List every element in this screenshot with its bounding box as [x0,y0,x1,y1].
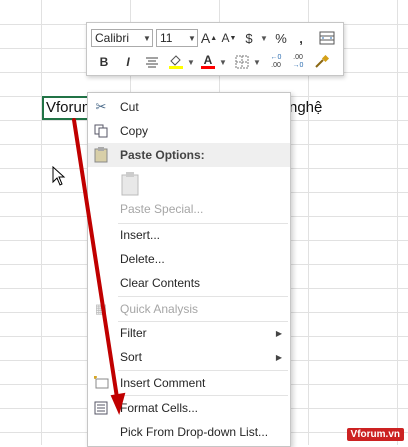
menu-item-sort[interactable]: Sort ▶ [88,345,290,369]
menu-item-label: Insert Comment [120,376,206,390]
increase-decimal-button[interactable]: ←0 .00 [267,52,285,72]
copy-icon [92,122,110,140]
currency-format-button[interactable]: $ [240,28,258,48]
scissors-icon: ✂ [95,99,107,114]
menu-item-label: Format Cells... [120,401,199,415]
submenu-arrow-icon: ▶ [275,352,282,362]
menu-item-label: Delete... [120,252,165,266]
menu-item-label: Copy [120,124,149,138]
menu-item-cut[interactable]: ✂ Cut [88,95,290,119]
font-color-swatch [201,66,215,69]
menu-item-label: Sort [120,350,143,364]
currency-icon: $ [245,30,253,46]
mini-toolbar: Calibri ▼ 11 ▼ A ▲ A ▼ $ ▼ % , B I ▼ A ▼… [86,22,344,76]
menu-item-quick-analysis[interactable]: ▦ Quick Analysis [88,297,290,321]
comma-style-button[interactable]: , [292,28,310,48]
chevron-down-icon[interactable]: ▼ [260,28,268,48]
paste-options-label: Paste Options: [120,148,205,162]
font-name-combo[interactable]: Calibri ▼ [91,29,153,47]
format-painter-icon [315,55,330,68]
font-size-combo[interactable]: 11 ▼ [156,29,198,47]
paste-option-paste[interactable] [88,169,290,199]
merge-cells-icon [319,31,335,45]
menu-item-label: Insert... [120,228,161,242]
grow-font-icon: A [200,30,211,46]
menu-item-copy[interactable]: Copy [88,119,290,143]
menu-item-label: Cut [120,100,139,114]
chevron-down-icon[interactable]: ▼ [253,52,261,72]
font-size-value: 11 [160,31,173,45]
menu-item-insert-comment[interactable]: Insert Comment [88,371,290,395]
italic-icon: I [126,55,130,69]
menu-item-format-cells[interactable]: Format Cells... [88,396,290,420]
chevron-down-icon[interactable]: ▼ [187,52,195,72]
paint-bucket-icon [169,55,183,69]
format-cells-icon [92,399,110,417]
borders-button[interactable] [233,52,251,72]
chevron-down-icon[interactable]: ▼ [219,52,227,72]
borders-icon [235,55,249,69]
menu-item-pick-from-list[interactable]: Pick From Drop-down List... [88,420,290,444]
menu-item-paste-special[interactable]: Paste Special... [88,197,290,221]
mouse-pointer-icon [52,166,66,186]
percent-style-button[interactable]: % [272,28,290,48]
increase-decimal-arrow-icon: ←0 [270,54,282,61]
paste-clipboard-icon [118,171,142,197]
align-center-button[interactable] [143,52,161,72]
menu-item-label: Quick Analysis [120,302,199,316]
chevron-down-icon[interactable]: ▼ [187,34,197,43]
format-painter-button[interactable] [313,52,331,72]
watermark: Vforum.vn [346,428,404,441]
menu-item-clear-contents[interactable]: Clear Contents [88,271,290,295]
context-menu: ✂ Cut Copy Paste Options: Paste Special.… [87,92,291,447]
fill-color-button[interactable] [167,52,185,72]
cell-text-right[interactable]: nghệ [289,96,322,120]
menu-item-insert[interactable]: Insert... [88,223,290,247]
shrink-font-icon: A [221,31,230,45]
font-color-icon: A [203,53,213,67]
decrease-decimal-button[interactable]: .00 →0 [289,52,307,72]
menu-item-label: Clear Contents [120,276,201,290]
font-name-value: Calibri [95,31,130,45]
percent-icon: % [275,30,287,46]
italic-button[interactable]: I [119,52,137,72]
paste-options-header: Paste Options: [88,143,290,167]
decrease-decimal-arrow-icon: →0 [292,62,304,69]
menu-item-delete[interactable]: Delete... [88,247,290,271]
decrease-decimal-label: .00 [293,54,303,61]
font-color-button[interactable]: A [199,52,217,72]
align-center-icon [146,57,158,68]
menu-item-label: Paste Special... [120,202,204,216]
grow-font-button[interactable]: A ▲ [200,28,218,48]
increase-decimal-label: .00 [271,62,281,69]
menu-item-filter[interactable]: Filter ▶ [88,321,290,345]
submenu-arrow-icon: ▶ [275,328,282,338]
chevron-down-icon[interactable]: ▼ [142,34,152,43]
quick-analysis-icon: ▦ [94,301,108,316]
menu-item-label: Pick From Drop-down List... [120,425,269,439]
clipboard-icon [92,146,110,164]
shrink-font-button[interactable]: A ▼ [220,28,238,48]
comment-icon [92,374,110,392]
bold-icon: B [99,55,109,69]
comma-icon: , [299,30,303,46]
bold-button[interactable]: B [95,52,113,72]
menu-item-label: Filter [120,326,147,340]
merge-center-button[interactable] [318,28,336,48]
